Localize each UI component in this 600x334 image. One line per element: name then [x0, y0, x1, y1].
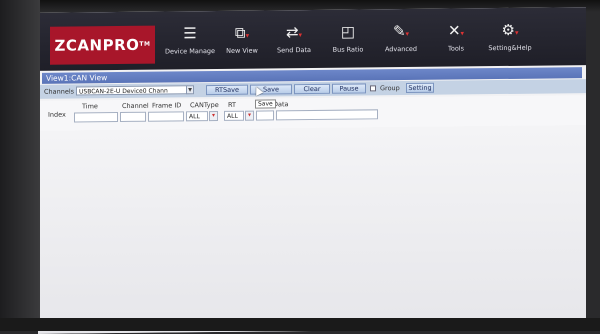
gear-icon: ⚙▾ [501, 20, 519, 40]
channel-select-value: USBCAN-2E-U Device0 Chann [79, 87, 168, 96]
monitor-bottom-bezel [0, 318, 600, 331]
group-label: Group [380, 84, 400, 93]
setting-button[interactable]: Setting [406, 82, 434, 94]
pause-button[interactable]: Pause [332, 83, 366, 94]
channel-filter-input[interactable] [120, 111, 146, 123]
toolbar-setting-help-label: Setting&Help [488, 43, 532, 53]
toolbar-new-view-label: New View [226, 46, 258, 55]
tools-icon: ✕▾ [447, 21, 465, 40]
col-rt: RT [228, 100, 237, 109]
col-cantype: CANType [190, 100, 219, 110]
toolbar-bus-ratio-label: Bus Ratio [332, 45, 364, 54]
toolbar-send-data-label: Send Data [277, 46, 311, 55]
toolbar-tools[interactable]: ✕▾ Tools [426, 20, 486, 63]
monitor-left-bezel [0, 0, 40, 331]
chevron-down-icon[interactable]: ▼ [186, 85, 194, 95]
time-filter-input[interactable] [74, 112, 118, 123]
toolbar-advanced-label: Advanced [384, 44, 418, 54]
col-index: Index [48, 110, 66, 119]
rt-chevron-down-icon[interactable]: ▾ [245, 110, 254, 121]
toolbar-tools-label: Tools [447, 44, 464, 53]
col-time: Time [82, 102, 98, 111]
clear-button[interactable]: Clear [294, 83, 330, 95]
zcanpro-logo: ZCANPROTM [50, 25, 155, 65]
device-manage-icon: ☰ [183, 24, 197, 43]
toolbar-device-manage[interactable]: ☰ Device Manage [160, 23, 220, 66]
toolbar-advanced[interactable]: ✎▾ Advanced [371, 21, 431, 64]
toolbar-setting-help[interactable]: ⚙▾ Setting&Help [480, 20, 540, 63]
toolbar-bus-ratio[interactable]: ◰ Bus Ratio [318, 21, 378, 64]
cantype-chevron-down-icon[interactable]: ▾ [209, 110, 218, 122]
send-data-icon: ⇄▾ [285, 23, 303, 42]
col-channel: Channel [122, 101, 149, 110]
cantype-filter-value: ALL [189, 113, 200, 121]
toolbar-new-view[interactable]: ⧉▾ New View [212, 22, 272, 65]
rtsave-button[interactable]: RTSave [206, 84, 248, 96]
dlc-filter-input[interactable] [256, 110, 274, 121]
main-toolbar: ZCANPROTM ☰ Device Manage ⧉▾ New View ⇄▾… [38, 7, 586, 71]
rt-filter-select[interactable]: ALL [224, 110, 244, 121]
frame-id-filter-input[interactable] [148, 111, 184, 122]
cantype-filter-select[interactable]: ALL [186, 111, 208, 122]
rt-filter-value: ALL [227, 112, 238, 120]
advanced-icon: ✎▾ [392, 22, 410, 41]
data-filter-input[interactable] [276, 109, 378, 121]
group-checkbox[interactable] [370, 85, 376, 92]
channels-label: Channels [44, 87, 75, 96]
toolbar-send-data[interactable]: ⇄▾ Send Data [264, 22, 324, 65]
save-tooltip: Save [255, 99, 276, 109]
col-frame-id: Frame ID [152, 101, 182, 110]
new-view-icon: ⧉▾ [234, 23, 250, 42]
channel-select[interactable]: USBCAN-2E-U Device0 Chann [76, 85, 188, 96]
toolbar-device-manage-label: Device Manage [164, 47, 216, 56]
application-window: ZCANPROTM ☰ Device Manage ⧉▾ New View ⇄▾… [38, 7, 586, 334]
bus-ratio-icon: ◰ [340, 22, 356, 41]
message-list-area[interactable] [38, 125, 586, 334]
